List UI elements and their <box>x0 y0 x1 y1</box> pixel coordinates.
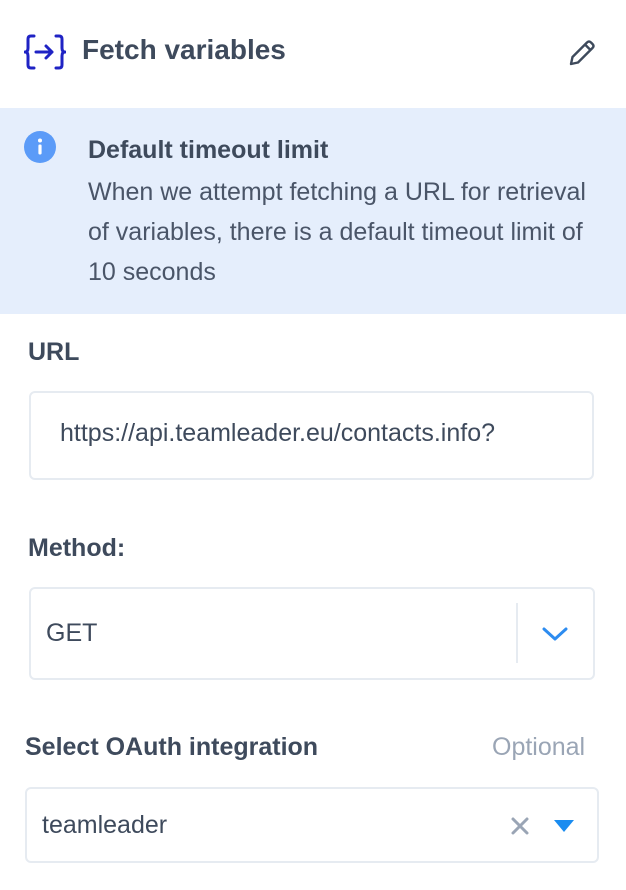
url-input-value[interactable]: https://api.teamleader.eu/contacts.info? <box>60 419 495 448</box>
caret-down-icon[interactable] <box>552 818 576 834</box>
pencil-icon[interactable] <box>566 37 598 69</box>
panel-title: Fetch variables <box>82 34 286 65</box>
info-icon <box>24 131 56 163</box>
oauth-integration-value[interactable]: teamleader <box>42 811 167 840</box>
fetch-variables-icon <box>24 34 66 70</box>
method-label: Method: <box>28 534 126 562</box>
method-select[interactable] <box>29 587 595 680</box>
method-select-divider <box>516 603 518 663</box>
method-select-value[interactable]: GET <box>46 619 97 648</box>
close-icon[interactable] <box>508 814 532 838</box>
banner-body: When we attempt fetching a URL for retri… <box>88 178 586 286</box>
chevron-down-icon[interactable] <box>540 621 570 647</box>
oauth-integration-label: Select OAuth integration <box>25 733 319 761</box>
panel-header: Fetch variables <box>0 0 626 108</box>
url-label: URL <box>28 338 80 366</box>
optional-hint: Optional <box>492 733 586 761</box>
banner-title: Default timeout limit <box>88 136 329 164</box>
